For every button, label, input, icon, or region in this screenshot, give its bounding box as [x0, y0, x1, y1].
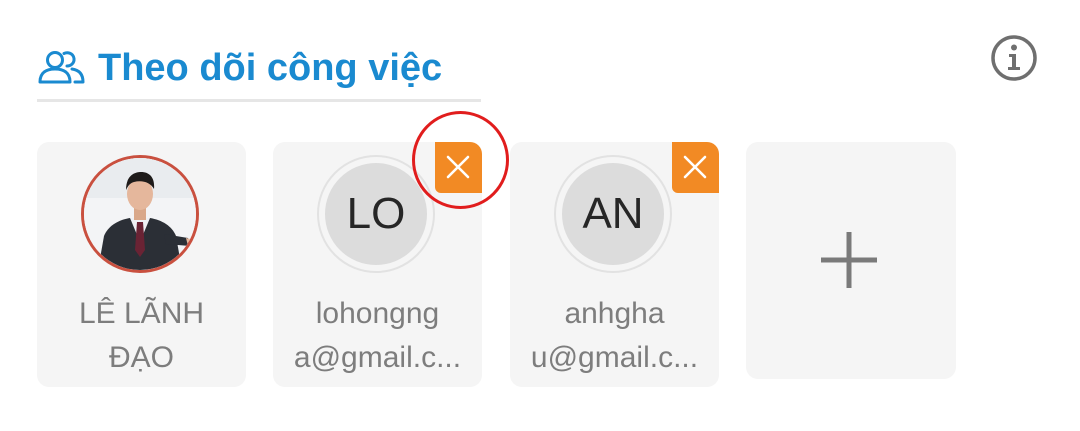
- close-icon: [683, 155, 707, 179]
- follower-name-line: LÊ LÃNH: [78, 297, 205, 330]
- avatar: AN: [554, 155, 672, 273]
- users-icon: [38, 51, 85, 84]
- follower-name-line: lohongng: [315, 297, 440, 330]
- avatar: [81, 155, 199, 273]
- highlight-circle-annotation: [412, 111, 509, 209]
- person-photo: [84, 158, 196, 270]
- follower-name: LÊ LÃNH ĐẠO: [37, 292, 246, 380]
- remove-follower-button[interactable]: [672, 142, 719, 193]
- follower-name-line: anhgha: [564, 297, 665, 330]
- section-header: Theo dõi công việc: [37, 44, 481, 102]
- info-button[interactable]: [990, 34, 1038, 82]
- plus-icon: [821, 232, 877, 288]
- info-icon: [991, 35, 1037, 81]
- follower-card[interactable]: AN anhgha u@gmail.c...: [510, 142, 719, 387]
- follower-card[interactable]: LÊ LÃNH ĐẠO: [37, 142, 246, 387]
- follower-name: anhgha u@gmail.c...: [510, 292, 719, 380]
- add-follower-button[interactable]: [746, 142, 956, 379]
- follower-name-line: a@gmail.c...: [293, 341, 462, 374]
- avatar-initials: AN: [562, 163, 664, 265]
- follower-name: lohongng a@gmail.c...: [273, 292, 482, 380]
- section-title: Theo dõi công việc: [98, 47, 443, 89]
- follower-name-line: ĐẠO: [108, 341, 174, 374]
- avatar-initials: LO: [325, 163, 427, 265]
- follower-name-line: u@gmail.c...: [530, 341, 699, 374]
